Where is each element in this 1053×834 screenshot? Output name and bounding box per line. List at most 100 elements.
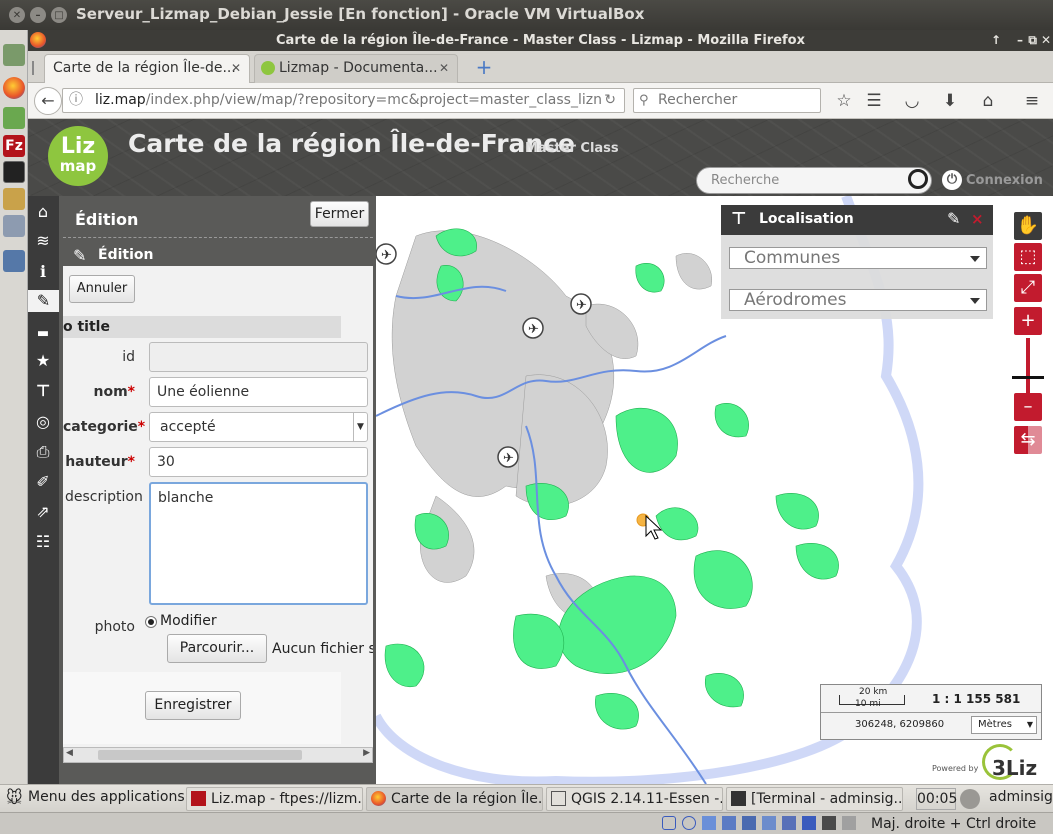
tab-lizmap-docs[interactable]: Lizmap - Documenta... ✕ <box>254 54 458 83</box>
list-icon[interactable]: ☷ <box>32 531 54 553</box>
description-textarea[interactable]: blanche <box>149 482 368 605</box>
editor-icon[interactable] <box>3 188 25 210</box>
task-filezilla[interactable]: Liz.map - ftpes://lizm... <box>186 787 363 811</box>
applications-menu[interactable]: Menu des applications <box>28 789 185 805</box>
close-window-icon[interactable]: ✕ <box>9 7 25 23</box>
measure-icon[interactable]: ✐ <box>32 471 54 493</box>
bookmark-star-icon[interactable]: ☆ <box>834 91 854 111</box>
download-icon[interactable]: ⬇ <box>940 91 960 111</box>
modifier-radio[interactable] <box>145 616 157 628</box>
username[interactable]: adminsig <box>989 789 1053 805</box>
clock[interactable]: 00:05 <box>916 788 957 810</box>
unit-select[interactable]: Mètres ▼ <box>971 716 1037 734</box>
display-icon[interactable] <box>782 816 796 830</box>
search-input[interactable]: ⚲ Rechercher <box>633 88 821 113</box>
pocket-icon[interactable]: ◡ <box>902 91 922 111</box>
arrow-up-icon[interactable]: ↑ <box>991 30 1001 51</box>
home-icon[interactable]: ⌂ <box>32 201 54 223</box>
power-icon[interactable]: ⏻ <box>942 170 962 190</box>
reload-icon[interactable]: ↻ <box>604 89 616 112</box>
zoom-in-icon[interactable]: + <box>1014 307 1042 335</box>
search-icon[interactable] <box>908 169 928 189</box>
eraser-icon[interactable]: ✎ <box>947 209 960 228</box>
home-icon[interactable]: ⌂ <box>978 91 998 111</box>
qgis-icon[interactable] <box>3 107 25 129</box>
hauteur-label: hauteur* <box>65 454 135 470</box>
tab-lizmap-map[interactable]: Carte de la région Île-de... ✕ <box>44 54 250 83</box>
optical-drive-icon[interactable] <box>682 816 696 830</box>
files-icon[interactable] <box>3 44 25 66</box>
menu-hamburger-icon[interactable]: ≡ <box>1022 91 1042 111</box>
save-button[interactable]: Enregistrer <box>145 691 241 720</box>
task-terminal[interactable]: [Terminal - adminsig... <box>726 787 903 811</box>
video-capture-icon[interactable] <box>802 816 816 830</box>
scrollbar-thumb[interactable] <box>98 750 302 760</box>
terminal-icon[interactable] <box>3 161 25 183</box>
layers-icon[interactable]: ≋ <box>32 230 54 252</box>
tab-close-icon[interactable]: ✕ <box>439 55 449 82</box>
close-icon[interactable]: ✕ <box>1041 30 1051 51</box>
horizontal-scrollbar[interactable]: ◀ ▶ <box>63 747 373 763</box>
aerodromes-select[interactable]: Aérodromes <box>729 289 987 311</box>
minimize-icon[interactable]: – <box>1017 30 1023 51</box>
communes-select[interactable]: Communes <box>729 247 987 269</box>
tab-scroll-left-icon[interactable] <box>32 61 42 75</box>
login-link[interactable]: Connexion <box>966 173 1043 188</box>
close-icon[interactable]: × <box>971 210 984 228</box>
maximize-window-icon[interactable]: □ <box>51 7 67 23</box>
scale-mi: 10 mi <box>855 699 881 709</box>
share-icon[interactable]: ⇗ <box>32 501 54 523</box>
history-icon[interactable]: ⇆ <box>1014 426 1042 454</box>
filezilla-icon[interactable]: Fz <box>3 135 25 157</box>
cancel-button[interactable]: Annuler <box>69 275 135 303</box>
print-icon[interactable]: ⎙ <box>32 441 54 463</box>
audio-icon[interactable] <box>702 816 716 830</box>
task-qgis[interactable]: QGIS 2.14.11-Essen -... <box>546 787 723 811</box>
reading-list-icon[interactable]: ☰ <box>864 91 884 111</box>
shared-folders-icon[interactable] <box>762 816 776 830</box>
info-icon[interactable]: i <box>32 261 54 283</box>
nom-field[interactable]: Une éolienne <box>149 377 368 407</box>
tab-close-icon[interactable]: ✕ <box>231 55 241 82</box>
id-field[interactable] <box>149 342 368 372</box>
minimize-window-icon[interactable]: – <box>30 7 46 23</box>
comment-icon[interactable]: ▬ <box>32 323 54 345</box>
zoom-extent-icon[interactable]: ⤢ <box>1014 274 1042 302</box>
restore-icon[interactable]: ⧉ <box>1028 30 1037 51</box>
harddisk-icon[interactable] <box>662 816 676 830</box>
pan-hand-icon[interactable]: ✋ <box>1014 212 1042 240</box>
close-edition-button[interactable]: Fermer <box>310 201 369 227</box>
scroll-left-icon[interactable]: ◀ <box>66 748 73 758</box>
firefox-icon[interactable] <box>3 77 25 99</box>
network-adapter-icon[interactable] <box>722 816 736 830</box>
usb-icon[interactable] <box>742 816 756 830</box>
cpu-icon[interactable] <box>822 816 836 830</box>
3liz-brand[interactable]: 3Liz <box>992 756 1037 780</box>
edition-form: Annuler o title id nom* Une éolienne cat… <box>63 266 373 763</box>
edition-icon[interactable]: ✎ <box>28 290 59 312</box>
zoom-out-icon[interactable]: – <box>1014 393 1042 421</box>
xfce-mouse-icon[interactable]: 🐭 <box>6 789 26 807</box>
scale-box: 20 km 10 mi 1 : 1 155 581 306248, 620986… <box>820 684 1042 740</box>
map-canvas[interactable]: ✈ ✈ ✈ ✈ ⊤ Localisation ✎ × Communes Aéro… <box>376 196 1053 784</box>
new-tab-icon[interactable]: + <box>472 56 496 78</box>
info-icon[interactable]: ⓘ <box>69 89 83 112</box>
mouse-integration-icon[interactable] <box>842 816 856 830</box>
network-icon[interactable] <box>960 789 980 809</box>
url-bar[interactable]: ⓘ liz.map/index.php/view/map/?repository… <box>62 88 625 113</box>
star-icon[interactable]: ★ <box>32 350 54 372</box>
zoom-box-icon[interactable]: ⬚ <box>1014 243 1042 271</box>
target-icon[interactable]: ◎ <box>32 411 54 433</box>
browse-button[interactable]: Parcourir... <box>167 634 267 663</box>
task-firefox[interactable]: Carte de la région Île... <box>366 787 543 811</box>
localisation-icon[interactable]: ⊤ <box>32 380 54 402</box>
lizmap-logo[interactable]: Liz map <box>48 126 108 186</box>
back-button-icon[interactable]: ← <box>34 87 62 115</box>
folder-icon[interactable] <box>3 250 25 272</box>
categorie-select[interactable]: accepté ▼ <box>149 412 368 442</box>
lizmap-search-input[interactable]: Recherche <box>696 167 932 194</box>
scale-km: 20 km <box>859 687 888 697</box>
scroll-right-icon[interactable]: ▶ <box>363 748 370 758</box>
hauteur-field[interactable]: 30 <box>149 447 368 477</box>
search-tool-icon[interactable] <box>3 215 25 237</box>
